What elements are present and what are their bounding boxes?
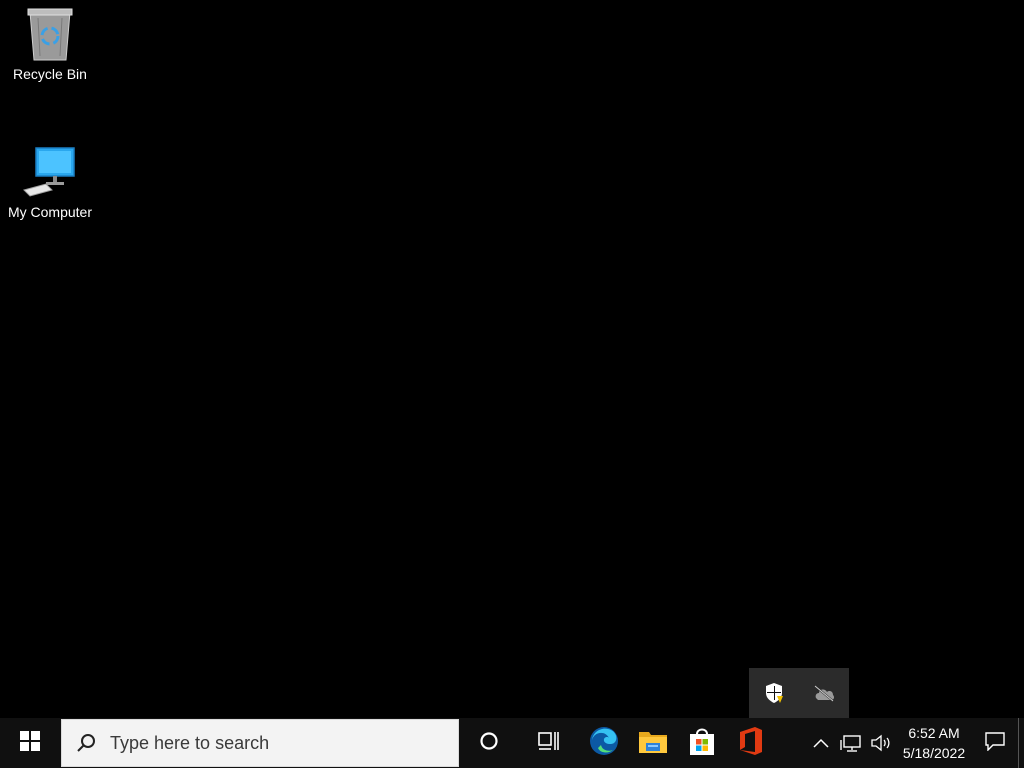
search-icon: [62, 732, 110, 754]
clock-date: 5/18/2022: [902, 745, 966, 761]
edge-icon: [589, 726, 619, 761]
computer-icon: [22, 144, 78, 200]
taskbar-app-store[interactable]: [677, 718, 726, 768]
file-explorer-icon: [638, 728, 668, 759]
show-desktop-button[interactable]: [1018, 718, 1024, 768]
system-tray: 6:52 AM 5/18/2022: [806, 718, 1024, 768]
store-icon: [688, 726, 716, 761]
recycle-bin-icon: [22, 6, 78, 62]
task-view-button[interactable]: [519, 718, 579, 768]
task-view-icon: [538, 731, 560, 756]
desktop: Recycle Bin My Computer: [0, 0, 1024, 718]
desktop-icon-label: Recycle Bin: [13, 66, 87, 82]
action-center-button[interactable]: [972, 718, 1018, 768]
volume-icon[interactable]: [866, 718, 896, 768]
clock[interactable]: 6:52 AM 5/18/2022: [896, 718, 972, 768]
taskbar: Type here to search 6:52 AM 5/18/2022: [0, 718, 1024, 768]
network-icon[interactable]: [836, 718, 866, 768]
windows-security-icon[interactable]: [760, 679, 788, 707]
action-center-icon: [984, 731, 1006, 756]
onedrive-offline-icon[interactable]: [810, 679, 838, 707]
cortana-icon: [479, 731, 499, 756]
taskbar-app-edge[interactable]: [579, 718, 628, 768]
desktop-icon-recycle-bin[interactable]: Recycle Bin: [0, 6, 100, 82]
windows-logo-icon: [20, 730, 40, 756]
tray-overflow-flyout: [749, 668, 849, 718]
chevron-up-icon[interactable]: [806, 718, 836, 768]
office-icon: [738, 726, 764, 761]
clock-time: 6:52 AM: [908, 725, 960, 741]
desktop-icon-my-computer[interactable]: My Computer: [0, 144, 100, 220]
desktop-icon-label: My Computer: [7, 204, 93, 220]
cortana-button[interactable]: [459, 718, 519, 768]
taskbar-app-office[interactable]: [726, 718, 775, 768]
taskbar-app-file-explorer[interactable]: [628, 718, 677, 768]
start-button[interactable]: [0, 718, 60, 768]
search-placeholder: Type here to search: [110, 732, 270, 753]
search-box[interactable]: Type here to search: [61, 719, 459, 767]
